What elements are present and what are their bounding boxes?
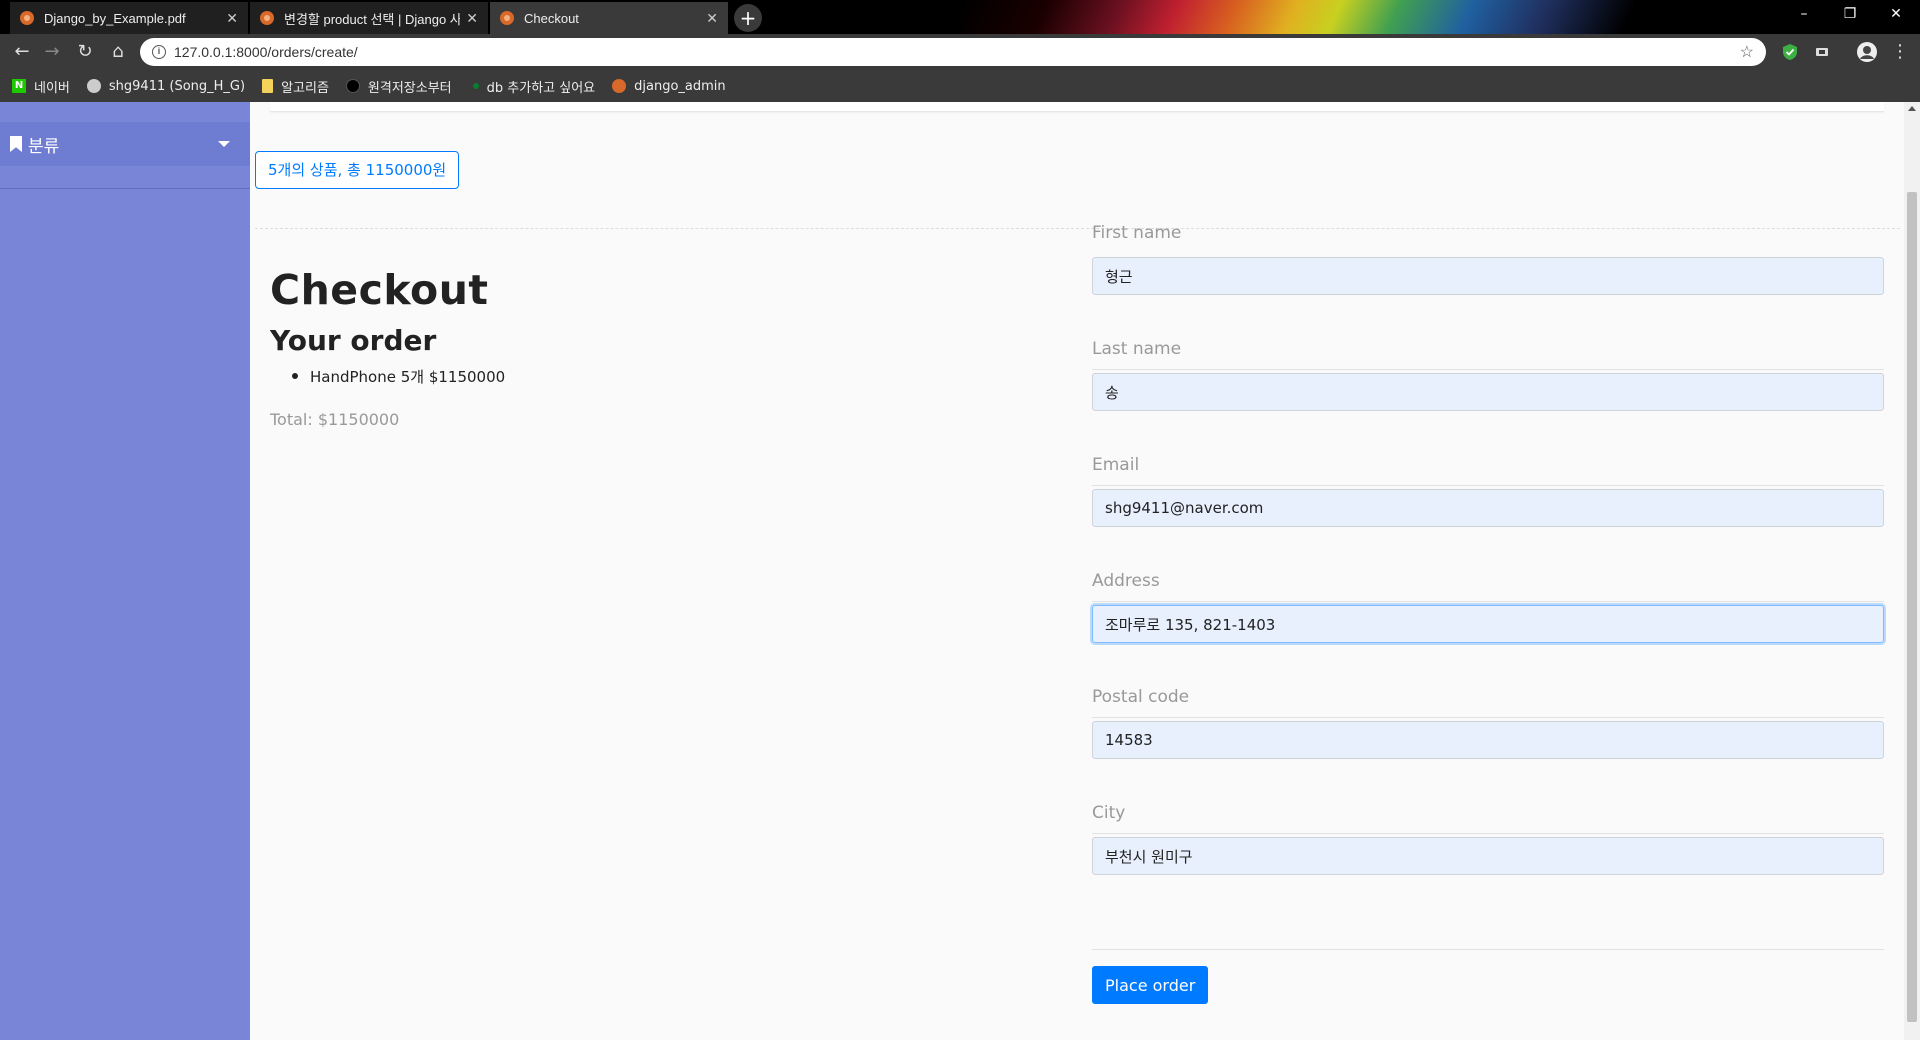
dot-icon <box>472 83 479 89</box>
postal-code-label: Postal code <box>1092 687 1190 707</box>
browser-tab-checkout[interactable]: Checkout ✕ <box>490 2 728 34</box>
sidebar: 분류 <box>0 102 250 1040</box>
new-tab-icon[interactable]: + <box>734 4 762 32</box>
bookmark-naver[interactable]: N 네이버 <box>12 77 70 96</box>
category-label: 분류 <box>28 136 60 157</box>
bookmark-label: 원격저장소부터 <box>367 80 452 96</box>
home-icon[interactable]: ⌂ <box>104 38 132 66</box>
address-label: Address <box>1092 571 1160 591</box>
page-content: 분류 5개의 상품, 총 1150000원 Checkout Your orde… <box>0 102 1920 1040</box>
browser-tab-pdf[interactable]: Django_by_Example.pdf ✕ <box>10 2 248 34</box>
city-field[interactable] <box>1092 837 1884 875</box>
caret-down-icon <box>218 141 230 147</box>
bookmarks-bar: N 네이버 shg9411 (Song_H_G) 알고리즘 원격저장소부터 db… <box>0 70 1920 102</box>
scrollbar-thumb[interactable] <box>1907 192 1917 1022</box>
order-heading: Your order <box>270 324 437 357</box>
tab-strip: Django_by_Example.pdf ✕ 변경할 product 선택 |… <box>0 0 1920 34</box>
bookmark-icon <box>10 136 22 152</box>
bookmark-algorithm-folder[interactable]: 알고리즘 <box>262 77 329 96</box>
bookmark-django-admin[interactable]: django_admin <box>612 79 726 94</box>
order-total: Total: $1150000 <box>270 410 400 429</box>
tab-favicon-icon <box>20 11 34 25</box>
page-title: Checkout <box>270 266 489 314</box>
minimize-icon[interactable]: – <box>1782 0 1826 28</box>
tab-favicon-icon <box>500 11 514 25</box>
django-icon <box>612 79 627 93</box>
last-name-group: Last name <box>1092 339 1884 411</box>
postal-code-field[interactable] <box>1092 721 1884 759</box>
address-bar[interactable]: i 127.0.0.1:8000/orders/create/ ☆ <box>140 38 1766 66</box>
bookmark-db[interactable]: db 추가하고 싶어요 <box>469 77 596 96</box>
window-theme-background <box>960 0 1680 34</box>
field-separator <box>1092 949 1884 950</box>
bookmark-label: db 추가하고 싶어요 <box>486 80 596 96</box>
order-items-list: HandPhone 5개 $1150000 <box>292 366 505 387</box>
browser-tab-django-admin[interactable]: 변경할 product 선택 | Django 사 ✕ <box>250 2 488 34</box>
address-group: Address <box>1092 571 1884 643</box>
bookmark-star-icon[interactable]: ☆ <box>1740 42 1754 62</box>
email-group: Email <box>1092 455 1884 527</box>
bookmark-remote-repo[interactable]: 원격저장소부터 <box>345 77 452 96</box>
restore-icon[interactable]: ❐ <box>1828 0 1872 28</box>
tab-close-icon[interactable]: ✕ <box>706 10 718 27</box>
last-name-label: Last name <box>1092 339 1182 359</box>
browser-menu-icon[interactable]: ⋮ <box>1886 38 1914 66</box>
tab-title: 변경할 product 선택 | Django 사 <box>284 11 461 27</box>
place-order-button[interactable]: Place order <box>1092 966 1209 1004</box>
shield-extension-icon[interactable] <box>1781 43 1799 61</box>
folder-icon <box>262 79 274 93</box>
email-label: Email <box>1092 455 1140 475</box>
email-field[interactable] <box>1092 489 1884 527</box>
bookmark-label: django_admin <box>634 78 726 94</box>
city-label: City <box>1092 803 1126 823</box>
first-name-label: First name <box>1092 223 1182 243</box>
tab-close-icon[interactable]: ✕ <box>226 10 238 27</box>
bookmark-label: 네이버 <box>34 80 70 96</box>
site-info-icon[interactable]: i <box>152 45 166 59</box>
postal-code-group: Postal code <box>1092 687 1884 759</box>
back-arrow-icon[interactable]: ← <box>8 38 36 66</box>
first-name-field[interactable] <box>1092 257 1884 295</box>
top-card-edge <box>270 102 1884 112</box>
sidebar-divider <box>0 188 250 189</box>
reload-icon[interactable]: ↻ <box>71 38 99 66</box>
page-scrollbar[interactable] <box>1904 102 1920 1040</box>
profile-avatar-icon[interactable] <box>1856 41 1878 63</box>
first-name-group: First name <box>1092 223 1884 295</box>
cart-summary-button[interactable]: 5개의 상품, 총 1150000원 <box>255 151 460 189</box>
bookmark-label: 알고리즘 <box>281 80 329 96</box>
bookmark-github[interactable]: shg9411 (Song_H_G) <box>86 78 246 94</box>
browser-toolbar: ← → ↻ ⌂ i 127.0.0.1:8000/orders/create/ … <box>0 34 1920 70</box>
tab-title: Django_by_Example.pdf <box>44 10 186 26</box>
tab-close-icon[interactable]: ✕ <box>466 10 478 27</box>
tab-favicon-icon <box>260 11 274 25</box>
city-group: City <box>1092 803 1884 875</box>
tab-title: Checkout <box>524 10 579 26</box>
close-window-icon[interactable]: ✕ <box>1874 0 1918 28</box>
scroll-up-icon[interactable] <box>1908 106 1916 111</box>
naver-icon: N <box>12 79 26 93</box>
order-item: HandPhone 5개 $1150000 <box>292 366 505 387</box>
forward-arrow-icon[interactable]: → <box>38 38 66 66</box>
url-text: 127.0.0.1:8000/orders/create/ <box>174 44 358 60</box>
circle-icon <box>345 79 360 93</box>
github-icon <box>86 79 101 93</box>
category-dropdown[interactable]: 분류 <box>0 122 250 166</box>
address-field[interactable] <box>1092 605 1884 643</box>
extension-icon[interactable] <box>1813 43 1831 61</box>
last-name-field[interactable] <box>1092 373 1884 411</box>
bookmark-label: shg9411 (Song_H_G) <box>108 78 246 94</box>
